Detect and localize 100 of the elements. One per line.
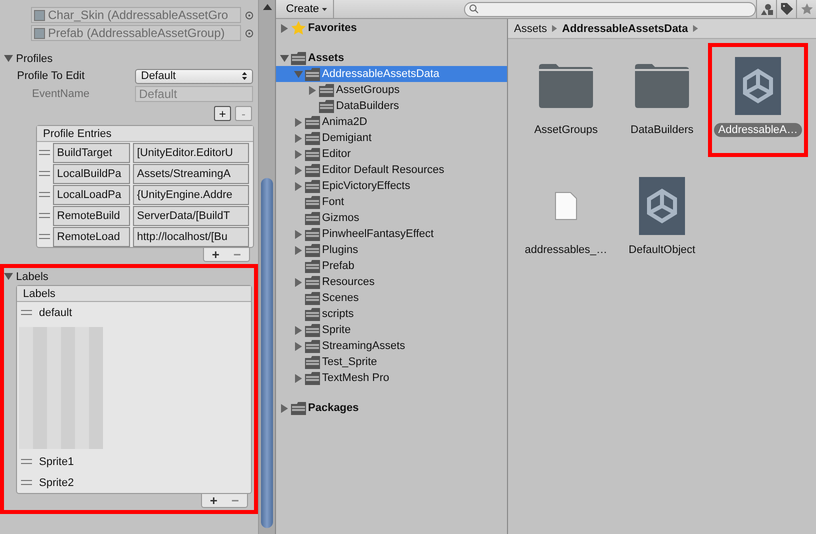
drag-handle-icon[interactable] bbox=[39, 171, 50, 176]
expanded-arrow-icon[interactable] bbox=[4, 54, 13, 63]
drag-handle-icon[interactable] bbox=[39, 213, 50, 218]
collapsed-arrow-icon[interactable] bbox=[308, 86, 317, 94]
tree-item[interactable]: PinwheelFantasyEffect bbox=[276, 226, 507, 242]
search-field[interactable] bbox=[464, 2, 756, 16]
asset-label[interactable]: DefaultObject bbox=[624, 243, 700, 257]
field-label: EventName bbox=[32, 88, 90, 100]
asset-label[interactable]: DataBuilders bbox=[626, 123, 698, 137]
folder-icon bbox=[305, 164, 320, 176]
tree-item[interactable]: StreamingAssets bbox=[276, 338, 507, 354]
table-cell[interactable]: Assets/StreamingA bbox=[133, 164, 249, 184]
tree-item[interactable]: EpicVictoryEffects bbox=[276, 178, 507, 194]
table-cell[interactable]: [UnityEditor.EditorU bbox=[133, 142, 249, 162]
folder-icon bbox=[305, 132, 320, 144]
asset-label[interactable]: addressables_… bbox=[520, 243, 612, 257]
tree-item[interactable]: Assets bbox=[276, 50, 507, 66]
field-label: Profile To Edit bbox=[17, 70, 86, 82]
breadcrumb-item[interactable]: AddressableAssetsData bbox=[562, 22, 688, 34]
add-button[interactable]: + bbox=[210, 494, 218, 506]
collapsed-arrow-icon[interactable] bbox=[294, 374, 303, 382]
table-cell[interactable]: LocalBuildPa bbox=[53, 164, 130, 184]
tree-item[interactable]: Font bbox=[276, 194, 507, 210]
folder-icon bbox=[305, 116, 320, 128]
folder-icon bbox=[305, 356, 320, 368]
tree-item[interactable]: Demigiant bbox=[276, 130, 507, 146]
label-item[interactable]: default bbox=[39, 306, 72, 318]
caret-icon bbox=[322, 8, 328, 10]
drag-handle-icon[interactable] bbox=[21, 480, 32, 485]
asset-label[interactable]: AssetGroups bbox=[530, 123, 602, 137]
folder-icon bbox=[305, 244, 320, 256]
table-cell[interactable]: RemoteBuild bbox=[53, 206, 130, 226]
scrollbar-thumb[interactable] bbox=[261, 178, 273, 528]
folder-icon bbox=[305, 276, 320, 288]
label-item[interactable]: Sprite2 bbox=[39, 476, 74, 488]
tree-item[interactable]: Prefab bbox=[276, 258, 507, 274]
file-icon bbox=[555, 192, 577, 220]
drag-handle-icon[interactable] bbox=[39, 234, 50, 239]
collapsed-arrow-icon[interactable] bbox=[294, 278, 303, 286]
asset-label[interactable]: AddressableA… bbox=[714, 123, 802, 137]
drag-handle-icon[interactable] bbox=[21, 459, 32, 464]
search-icon bbox=[469, 4, 479, 14]
folder-icon bbox=[305, 260, 320, 272]
tree-item[interactable]: scripts bbox=[276, 306, 507, 322]
collapsed-arrow-icon[interactable] bbox=[280, 24, 289, 32]
drag-handle-icon[interactable] bbox=[39, 192, 50, 197]
drag-handle-icon[interactable] bbox=[39, 150, 50, 155]
tree-item[interactable]: TextMesh Pro bbox=[276, 370, 507, 386]
folder-icon bbox=[305, 148, 320, 160]
tree-item[interactable]: Scenes bbox=[276, 290, 507, 306]
tree-item[interactable]: AssetGroups bbox=[276, 82, 507, 98]
table-cell[interactable]: LocalLoadPa bbox=[53, 184, 130, 204]
tree-item[interactable]: Anima2D bbox=[276, 114, 507, 130]
folder-icon bbox=[305, 340, 320, 352]
collapsed-arrow-icon[interactable] bbox=[280, 404, 289, 412]
tree-item[interactable]: AddressableAssetsData bbox=[276, 66, 507, 82]
tree-item[interactable]: Gizmos bbox=[276, 210, 507, 226]
tree-item[interactable]: Editor Default Resources bbox=[276, 162, 507, 178]
tree-item[interactable]: Resources bbox=[276, 274, 507, 290]
tree-item[interactable]: DataBuilders bbox=[276, 98, 507, 114]
tree-item[interactable]: Editor bbox=[276, 146, 507, 162]
dropdown-arrows-icon bbox=[242, 72, 247, 80]
tag-icon[interactable] bbox=[776, 0, 796, 18]
label-item[interactable]: Sprite1 bbox=[39, 456, 74, 468]
chevron-icon bbox=[692, 25, 698, 32]
tree-item[interactable]: Favorites bbox=[276, 20, 507, 36]
star-icon bbox=[291, 21, 306, 35]
expanded-arrow-icon[interactable] bbox=[4, 272, 13, 281]
create-button[interactable]: Create bbox=[280, 0, 334, 18]
add-button[interactable]: + bbox=[214, 106, 231, 121]
folder-icon bbox=[305, 196, 320, 208]
folder-icon bbox=[537, 63, 595, 109]
folder-icon bbox=[305, 292, 320, 304]
add-button[interactable]: + bbox=[212, 248, 220, 260]
table-cell[interactable]: BuildTarget bbox=[53, 142, 130, 162]
section-title: Labels bbox=[16, 270, 48, 282]
tree-item[interactable]: Plugins bbox=[276, 242, 507, 258]
folder-icon bbox=[305, 228, 320, 240]
tree-item[interactable]: Sprite bbox=[276, 322, 507, 338]
table-cell[interactable]: RemoteLoad bbox=[53, 226, 130, 246]
profile-dropdown[interactable]: Default bbox=[135, 68, 253, 84]
folder-icon bbox=[291, 402, 306, 414]
asset-icon bbox=[34, 28, 45, 38]
list-header: Profile Entries bbox=[37, 126, 253, 142]
tree-item[interactable]: Test_Sprite bbox=[276, 354, 507, 370]
tree-item[interactable]: Packages bbox=[276, 400, 507, 416]
folder-icon bbox=[305, 180, 320, 192]
table-cell[interactable]: ServerData/[BuildT bbox=[133, 206, 249, 226]
folder-icon bbox=[305, 68, 320, 80]
table-cell[interactable]: {UnityEngine.Addre bbox=[133, 184, 249, 204]
folder-icon bbox=[305, 324, 320, 336]
folder-icon bbox=[305, 372, 320, 384]
breadcrumb-item[interactable]: Assets bbox=[514, 22, 548, 34]
scroll-up-icon[interactable] bbox=[263, 4, 272, 10]
asset-icon bbox=[34, 10, 45, 20]
table-cell[interactable]: http://localhost/[Bu bbox=[133, 226, 249, 246]
drag-handle-icon[interactable] bbox=[21, 310, 32, 315]
folder-icon bbox=[633, 63, 691, 109]
filter-by-type-icon[interactable] bbox=[756, 0, 776, 18]
scrollbar[interactable] bbox=[258, 0, 275, 534]
